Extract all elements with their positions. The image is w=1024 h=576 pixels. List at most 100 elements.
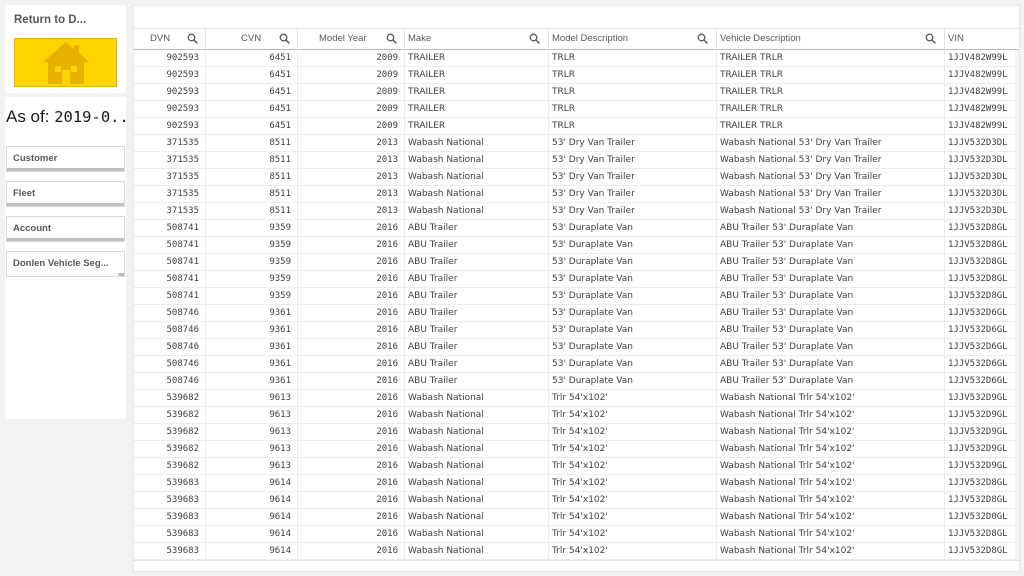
cell-model-description[interactable]: 53' Duraplate Van xyxy=(549,220,717,236)
cell-cvn[interactable]: 9613 xyxy=(206,458,298,474)
cell-model-description[interactable]: 53' Dry Van Trailer xyxy=(549,152,717,168)
cell-vehicle-description[interactable]: ABU Trailer 53' Duraplate Van xyxy=(717,237,945,253)
cell-vehicle-description[interactable]: TRAILER TRLR xyxy=(717,118,945,134)
cell-dvn[interactable]: 508746 xyxy=(134,339,206,355)
table-row[interactable]: 539683 9614 2016 Wabash National Trlr 54'x10… xyxy=(134,492,1019,509)
cell-dvn[interactable]: 508741 xyxy=(134,237,206,253)
cell-cvn[interactable]: 9359 xyxy=(206,220,298,236)
cell-vehicle-description[interactable]: ABU Trailer 53' Duraplate Van xyxy=(717,305,945,321)
cell-vin[interactable]: 1JJV532D9GL xyxy=(945,390,1019,406)
cell-vehicle-description[interactable]: Wabash National Trlr 54'x102' xyxy=(717,543,945,559)
col-header-model-description[interactable]: Model Description xyxy=(549,29,717,50)
table-row[interactable]: 539683 9614 2016 Wabash National Trlr 54'x10… xyxy=(134,526,1019,543)
cell-make[interactable]: Wabash National xyxy=(405,135,549,151)
cell-vin[interactable]: 1JJV532D6GL xyxy=(945,339,1019,355)
cell-model-description[interactable]: 53' Duraplate Van xyxy=(549,339,717,355)
cell-vin[interactable]: 1JJV482W99L xyxy=(945,67,1019,83)
table-row[interactable]: 371535 8511 2013 Wabash National 53' Dry Van… xyxy=(134,186,1019,203)
table-row[interactable]: 539683 9614 2016 Wabash National Trlr 54'x10… xyxy=(134,509,1019,526)
filter-account[interactable]: Account xyxy=(6,216,125,242)
cell-dvn[interactable]: 371535 xyxy=(134,186,206,202)
cell-vehicle-description[interactable]: ABU Trailer 53' Duraplate Van xyxy=(717,339,945,355)
col-header-dvn[interactable]: DVN xyxy=(134,29,206,50)
cell-vehicle-description[interactable]: TRAILER TRLR xyxy=(717,50,945,66)
table-row[interactable]: 539682 9613 2016 Wabash National Trlr 54'x10… xyxy=(134,424,1019,441)
cell-cvn[interactable]: 9361 xyxy=(206,356,298,372)
cell-dvn[interactable]: 902593 xyxy=(134,50,206,66)
cell-vin[interactable]: 1JJV532D9GL xyxy=(945,407,1019,423)
cell-vin[interactable]: 1JJV532D6GL xyxy=(945,373,1019,389)
cell-cvn[interactable]: 9614 xyxy=(206,509,298,525)
cell-make[interactable]: ABU Trailer xyxy=(405,373,549,389)
cell-vin[interactable]: 1JJV532D3DL xyxy=(945,135,1019,151)
cell-cvn[interactable]: 8511 xyxy=(206,152,298,168)
cell-dvn[interactable]: 371535 xyxy=(134,152,206,168)
cell-vin[interactable]: 1JJV532D8GL xyxy=(945,492,1019,508)
cell-vehicle-description[interactable]: Wabash National 53' Dry Van Trailer xyxy=(717,203,945,219)
table-row[interactable]: 539683 9614 2016 Wabash National Trlr 54'x10… xyxy=(134,543,1019,560)
cell-vin[interactable]: 1JJV532D9GL xyxy=(945,458,1019,474)
cell-make[interactable]: Wabash National xyxy=(405,186,549,202)
cell-cvn[interactable]: 8511 xyxy=(206,135,298,151)
table-row[interactable]: 902593 6451 2009 TRAILER TRLR TRAILER TRLR 1JJ… xyxy=(134,84,1019,101)
cell-cvn[interactable]: 9359 xyxy=(206,237,298,253)
cell-model-year[interactable]: 2016 xyxy=(298,543,405,559)
cell-vin[interactable]: 1JJV532D3DL xyxy=(945,203,1019,219)
cell-cvn[interactable]: 9613 xyxy=(206,390,298,406)
cell-vin[interactable]: 1JJV532D6GL xyxy=(945,356,1019,372)
cell-dvn[interactable]: 508741 xyxy=(134,271,206,287)
cell-make[interactable]: ABU Trailer xyxy=(405,305,549,321)
cell-cvn[interactable]: 8511 xyxy=(206,203,298,219)
col-header-model-year[interactable]: Model Year xyxy=(298,29,405,50)
cell-make[interactable]: Wabash National xyxy=(405,407,549,423)
cell-cvn[interactable]: 9359 xyxy=(206,271,298,287)
cell-dvn[interactable]: 539683 xyxy=(134,543,206,559)
cell-model-description[interactable]: 53' Duraplate Van xyxy=(549,322,717,338)
cell-make[interactable]: Wabash National xyxy=(405,169,549,185)
cell-model-description[interactable]: 53' Duraplate Van xyxy=(549,237,717,253)
cell-vin[interactable]: 1JJV532D8GL xyxy=(945,271,1019,287)
cell-vehicle-description[interactable]: Wabash National 53' Dry Van Trailer xyxy=(717,152,945,168)
cell-cvn[interactable]: 9359 xyxy=(206,288,298,304)
cell-cvn[interactable]: 6451 xyxy=(206,67,298,83)
cell-model-year[interactable]: 2016 xyxy=(298,492,405,508)
table-row[interactable]: 508746 9361 2016 ABU Trailer 53' Duraplate V… xyxy=(134,322,1019,339)
cell-model-year[interactable]: 2016 xyxy=(298,220,405,236)
cell-make[interactable]: TRAILER xyxy=(405,101,549,117)
cell-vehicle-description[interactable]: Wabash National Trlr 54'x102' xyxy=(717,526,945,542)
cell-vehicle-description[interactable]: Wabash National Trlr 54'x102' xyxy=(717,509,945,525)
cell-model-description[interactable]: Trlr 54'x102' xyxy=(549,543,717,559)
cell-model-year[interactable]: 2013 xyxy=(298,169,405,185)
cell-model-description[interactable]: 53' Duraplate Van xyxy=(549,288,717,304)
cell-dvn[interactable]: 508741 xyxy=(134,254,206,270)
cell-model-year[interactable]: 2016 xyxy=(298,339,405,355)
cell-dvn[interactable]: 508741 xyxy=(134,288,206,304)
table-row[interactable]: 371535 8511 2013 Wabash National 53' Dry Van… xyxy=(134,203,1019,220)
cell-cvn[interactable]: 6451 xyxy=(206,101,298,117)
cell-model-year[interactable]: 2016 xyxy=(298,475,405,491)
table-row[interactable]: 508746 9361 2016 ABU Trailer 53' Duraplate V… xyxy=(134,373,1019,390)
cell-model-description[interactable]: Trlr 54'x102' xyxy=(549,526,717,542)
cell-make[interactable]: ABU Trailer xyxy=(405,322,549,338)
cell-cvn[interactable]: 9613 xyxy=(206,424,298,440)
cell-model-description[interactable]: TRLR xyxy=(549,118,717,134)
cell-vin[interactable]: 1JJV532D3DL xyxy=(945,186,1019,202)
table-row[interactable]: 902593 6451 2009 TRAILER TRLR TRAILER TRLR 1JJ… xyxy=(134,67,1019,84)
cell-model-description[interactable]: TRLR xyxy=(549,84,717,100)
cell-make[interactable]: Wabash National xyxy=(405,203,549,219)
cell-model-description[interactable]: 53' Dry Van Trailer xyxy=(549,135,717,151)
search-icon[interactable] xyxy=(529,33,540,44)
cell-cvn[interactable]: 9614 xyxy=(206,492,298,508)
cell-cvn[interactable]: 9361 xyxy=(206,339,298,355)
cell-model-description[interactable]: TRLR xyxy=(549,101,717,117)
cell-model-description[interactable]: Trlr 54'x102' xyxy=(549,390,717,406)
cell-make[interactable]: Wabash National xyxy=(405,390,549,406)
cell-model-description[interactable]: 53' Duraplate Van xyxy=(549,373,717,389)
cell-vehicle-description[interactable]: Wabash National Trlr 54'x102' xyxy=(717,407,945,423)
cell-make[interactable]: Wabash National xyxy=(405,441,549,457)
cell-model-description[interactable]: Trlr 54'x102' xyxy=(549,441,717,457)
cell-model-description[interactable]: 53' Dry Van Trailer xyxy=(549,203,717,219)
cell-vin[interactable]: 1JJV532D8GL xyxy=(945,526,1019,542)
cell-model-description[interactable]: 53' Duraplate Van xyxy=(549,254,717,270)
cell-vehicle-description[interactable]: TRAILER TRLR xyxy=(717,67,945,83)
